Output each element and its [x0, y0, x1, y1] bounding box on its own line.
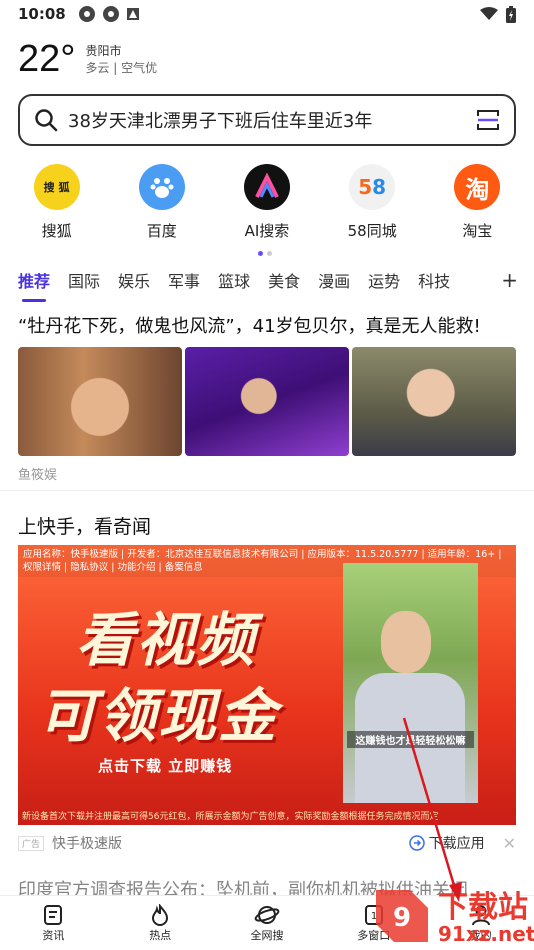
news-thumbnails[interactable]: [18, 347, 516, 456]
shortcut-label: 淘宝: [462, 222, 493, 240]
shortcut-label: AI搜索: [244, 222, 290, 240]
news-icon: [44, 905, 63, 925]
page-indicator: [258, 251, 272, 256]
tab-international[interactable]: 国际: [68, 268, 100, 302]
news-source: 鱼筱娱: [18, 468, 58, 483]
channel-tabs: 推荐 国际 娱乐 军事 篮球 美食 漫画 运势 科技 +: [18, 268, 518, 302]
baidu-logo-icon: [138, 164, 185, 210]
tab-comics[interactable]: 漫画: [318, 268, 350, 302]
watermark-logo: 9: [376, 890, 428, 942]
ad-photo: 这赚钱也才是轻轻松松嘛: [343, 563, 478, 803]
weather-widget[interactable]: 22° 贵阳市 多云 | 空气优: [18, 38, 157, 81]
status-time: 10:08: [18, 5, 66, 23]
news-headline[interactable]: “牡丹花下死，做鬼也风流”，41岁包贝尔，真是无人能救!: [18, 312, 518, 338]
sohu-logo-icon: 搜 狐: [33, 164, 80, 210]
ad-tag: 广告: [18, 835, 45, 851]
city-name: 贵阳市: [85, 43, 122, 58]
weather-condition: 多云 | 空气优: [85, 60, 158, 75]
planet-icon: [254, 906, 280, 924]
download-app-button[interactable]: 下载应用: [408, 833, 485, 853]
status-bar: 10:08: [0, 0, 534, 28]
ad-info-bar: 广告 快手极速版 下载应用 ✕: [18, 832, 516, 854]
download-label: 下载应用: [428, 836, 485, 852]
tab-food[interactable]: 美食: [268, 268, 300, 302]
news-thumbnail: [18, 347, 182, 456]
nav-label: 全网搜: [250, 929, 284, 942]
ad-slogan-line2: 可领现金: [38, 682, 279, 750]
shortcut-58[interactable]: 58 58同城: [322, 164, 422, 241]
taobao-logo-icon: 淘: [454, 164, 501, 210]
tab-basketball[interactable]: 篮球: [218, 268, 250, 302]
watermark-text-1: 下载站: [438, 890, 528, 925]
shortcut-baidu[interactable]: 百度: [112, 164, 212, 241]
app-notification-icon: [102, 6, 119, 22]
add-channel-button[interactable]: +: [501, 268, 518, 302]
shortcut-label: 搜狐: [41, 222, 72, 240]
shortcut-grid: 搜 狐 搜狐 百度 AI搜索 58 58同城 淘 淘宝: [0, 164, 534, 241]
news-thumbnail: [185, 347, 349, 456]
scan-icon[interactable]: [476, 108, 500, 132]
nav-label: 热点: [149, 929, 172, 942]
ad-slogan-line1: 看视频: [76, 606, 257, 674]
nav-hot[interactable]: 热点: [107, 896, 214, 950]
nav-label: 资讯: [42, 929, 65, 942]
shortcut-taobao[interactable]: 淘 淘宝: [427, 164, 527, 241]
58-logo-icon: 58: [349, 164, 396, 210]
alert-icon: [126, 8, 139, 20]
ad-disclaimer: 新设备首次下载并注册最高可得56元红包，所展示金额为广告创意，实际奖励金额根据任…: [22, 812, 439, 822]
shortcut-label: 58同城: [347, 222, 397, 240]
ai-search-logo-icon: [243, 164, 290, 210]
svg-text:9: 9: [393, 903, 411, 933]
search-query[interactable]: 38岁天津北漂男子下班后住车里近3年: [68, 107, 372, 133]
ad-photo-caption: 这赚钱也才是轻轻松松嘛: [347, 731, 474, 748]
app-notification-icon: [78, 6, 95, 22]
ad-title[interactable]: 上快手，看奇闻: [18, 512, 151, 539]
news-thumbnail: [352, 347, 516, 456]
tab-recommend[interactable]: 推荐: [18, 268, 50, 302]
download-icon: [408, 835, 425, 851]
close-ad-button[interactable]: ✕: [503, 834, 516, 853]
nav-news[interactable]: 资讯: [0, 896, 107, 950]
shortcut-sohu[interactable]: 搜 狐 搜狐: [7, 164, 107, 241]
watermark-text-2: 91xz.net: [438, 922, 534, 946]
shortcut-ai-search[interactable]: AI搜索: [217, 164, 317, 241]
search-icon: [35, 109, 58, 132]
tab-fortune[interactable]: 运势: [368, 268, 400, 302]
ad-cta: 点击下载 立即赚钱: [98, 757, 233, 775]
ad-app-name: 快手极速版: [52, 836, 123, 852]
site-watermark: 9 下载站 91xz.net: [366, 880, 534, 950]
wifi-icon: [480, 7, 498, 20]
tab-entertainment[interactable]: 娱乐: [118, 268, 150, 302]
tab-military[interactable]: 军事: [168, 268, 200, 302]
shortcut-label: 百度: [146, 222, 177, 240]
divider: [0, 490, 534, 491]
search-bar[interactable]: 38岁天津北漂男子下班后住车里近3年: [18, 94, 516, 146]
tab-tech[interactable]: 科技: [418, 268, 450, 302]
nav-web-search[interactable]: 全网搜: [214, 896, 321, 950]
battery-icon: [506, 5, 516, 23]
ad-banner[interactable]: 应用名称：快手极速版 | 开发者：北京达佳互联信息技术有限公司 | 应用版本：1…: [18, 545, 516, 825]
temperature: 22°: [18, 38, 76, 80]
flame-icon: [152, 904, 169, 926]
